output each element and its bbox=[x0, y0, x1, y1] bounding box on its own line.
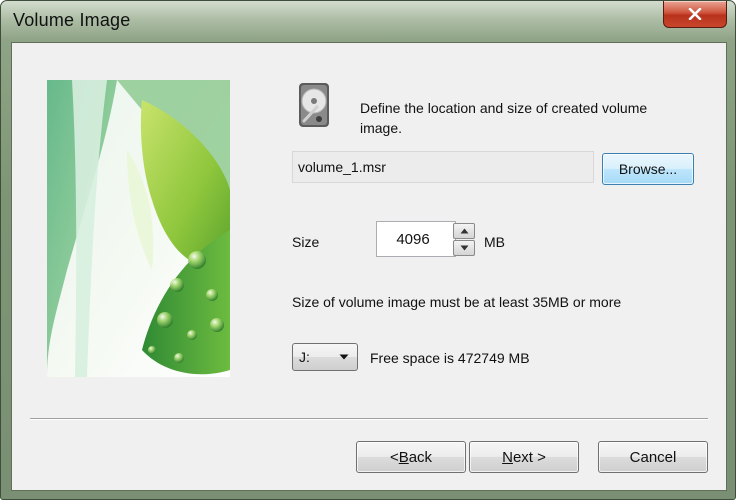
window-title: Volume Image bbox=[13, 10, 131, 30]
back-mnemonic: B bbox=[398, 448, 409, 466]
drive-select-value: J: bbox=[299, 349, 310, 365]
volume-image-dialog: Volume Image Define the location and siz… bbox=[0, 0, 736, 500]
browse-button[interactable]: Browse... bbox=[602, 153, 694, 185]
separator bbox=[30, 418, 708, 420]
size-label: Size bbox=[292, 234, 320, 250]
leaf-banner-image bbox=[47, 80, 230, 377]
spin-down-icon bbox=[460, 245, 468, 251]
disk-icon bbox=[295, 81, 335, 133]
back-rest: ack bbox=[408, 448, 433, 466]
spin-down-button[interactable] bbox=[453, 240, 475, 256]
size-spinner bbox=[453, 223, 475, 256]
size-unit-label: MB bbox=[484, 234, 505, 250]
close-icon bbox=[688, 8, 702, 20]
minimum-size-hint: Size of volume image must be at least 35… bbox=[292, 294, 622, 310]
drive-select[interactable]: J: bbox=[292, 343, 358, 371]
dialog-content: Define the location and size of created … bbox=[11, 42, 727, 491]
close-button[interactable] bbox=[663, 1, 727, 28]
back-button[interactable]: < Back bbox=[356, 441, 466, 473]
title-bar[interactable]: Volume Image bbox=[1, 1, 735, 39]
image-path-field[interactable] bbox=[292, 151, 594, 183]
free-space-text: Free space is 472749 MB bbox=[370, 350, 530, 366]
cancel-button[interactable]: Cancel bbox=[598, 441, 708, 473]
next-rest: ext > bbox=[512, 448, 546, 466]
next-mnemonic: N bbox=[502, 448, 513, 466]
spin-up-button[interactable] bbox=[453, 223, 475, 239]
spin-up-icon bbox=[460, 228, 468, 234]
size-input[interactable]: 4096 bbox=[376, 221, 456, 257]
next-button[interactable]: Next > bbox=[469, 441, 579, 473]
back-prefix: < bbox=[389, 448, 399, 466]
instruction-text: Define the location and size of created … bbox=[360, 100, 648, 136]
chevron-down-icon bbox=[339, 354, 349, 360]
